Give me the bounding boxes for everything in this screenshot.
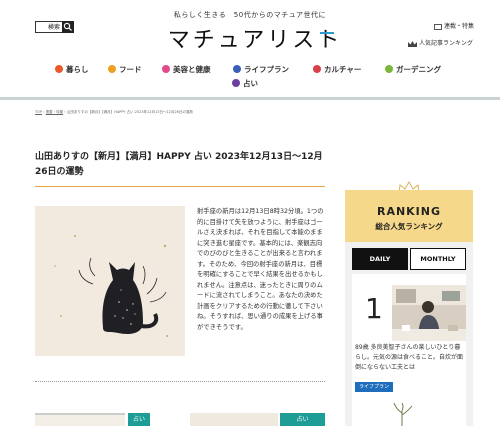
article-body: 射手座の新月は12月13日8時32分頃。1つの的に目掛けて矢を放つように、射手座… [197, 208, 324, 331]
nav-item-beauty[interactable]: 美容と健康 [162, 64, 211, 76]
nav-item-lifeplan[interactable]: ライフプラン [233, 64, 289, 76]
ranking-item-image [388, 402, 416, 426]
nav-item-food[interactable]: フード [108, 64, 142, 76]
related-thumb[interactable] [35, 413, 125, 426]
nav-label: 暮らし [66, 65, 89, 74]
breadcrumb: TOP › 連載・特集 › 山田ありすの【新月】【満月】HAPPY 占い 202… [35, 110, 193, 115]
nav-divider [0, 97, 500, 100]
nav-dot-icon [108, 65, 116, 73]
nav-item-uranai[interactable]: 占い [232, 78, 258, 90]
nav-dot-icon [55, 65, 63, 73]
nav-dot-icon [232, 79, 240, 87]
related-thumb-badge[interactable]: 占い [128, 413, 150, 426]
breadcrumb-current: 山田ありすの【新月】【満月】HAPPY 占い 2023年12月13日〜12月26… [66, 110, 193, 114]
breadcrumb-separator: › [64, 110, 66, 114]
nav-label: 美容と健康 [173, 65, 211, 74]
site-logo[interactable]: マチュアリスト [165, 22, 345, 54]
nav-item-gardening[interactable]: ガーデニング [385, 64, 441, 76]
ranking-link-label: 人気記事ランキング [419, 40, 473, 47]
ranking-number: 1 [365, 292, 383, 325]
ranking-subtitle: 総合人気ランキング [375, 222, 443, 231]
nav-label: フード [119, 65, 142, 74]
breadcrumb-top[interactable]: TOP [35, 110, 42, 114]
nav-label: ライフプラン [244, 65, 289, 74]
search-icon[interactable] [62, 21, 74, 33]
ranking-title: RANKING [376, 205, 442, 218]
nav-label: カルチャー [324, 65, 362, 74]
feature-link[interactable]: 連載・特集 [434, 21, 474, 30]
ranking-item-image[interactable] [392, 285, 466, 341]
article-title: 山田ありすの【新月】【満月】HAPPY 占い 2023年12月13日〜12月26… [35, 152, 323, 177]
article-hero-image [35, 206, 185, 356]
nav-dot-icon [385, 65, 393, 73]
nav-label: ガーデニング [396, 65, 441, 74]
related-thumb-badge[interactable]: 占い [280, 413, 325, 426]
dotted-divider [35, 381, 325, 382]
logo-accent-line [320, 32, 334, 34]
nav-dot-icon [313, 65, 321, 73]
ranking-item-title[interactable]: 89歳 多良美智子さんの楽しいひとり暮らし。元気の源は食べること。自炊が面倒にな… [355, 343, 465, 373]
title-underline [35, 186, 325, 187]
nav-dot-icon [162, 65, 170, 73]
nav-dot-icon [233, 65, 241, 73]
crown-icon [408, 40, 417, 47]
ranking-link[interactable]: 人気記事ランキング [408, 38, 473, 47]
related-thumb[interactable] [190, 413, 278, 426]
nav-item-kurashi[interactable]: 暮らし [55, 64, 89, 76]
tab-monthly[interactable]: MONTHLY [410, 248, 466, 270]
breadcrumb-separator: › [43, 110, 45, 114]
book-icon [434, 23, 442, 30]
tab-daily[interactable]: DAILY [352, 248, 408, 270]
ranking-item-tag[interactable]: ライフプラン [355, 382, 394, 392]
nav-item-culture[interactable]: カルチャー [313, 64, 361, 76]
site-tagline: 私らしく生きる 50代からのマチュア世代に [173, 11, 327, 19]
breadcrumb-category[interactable]: 連載・特集 [46, 110, 64, 114]
nav-label: 占い [243, 79, 258, 88]
feature-link-label: 連載・特集 [444, 23, 475, 30]
